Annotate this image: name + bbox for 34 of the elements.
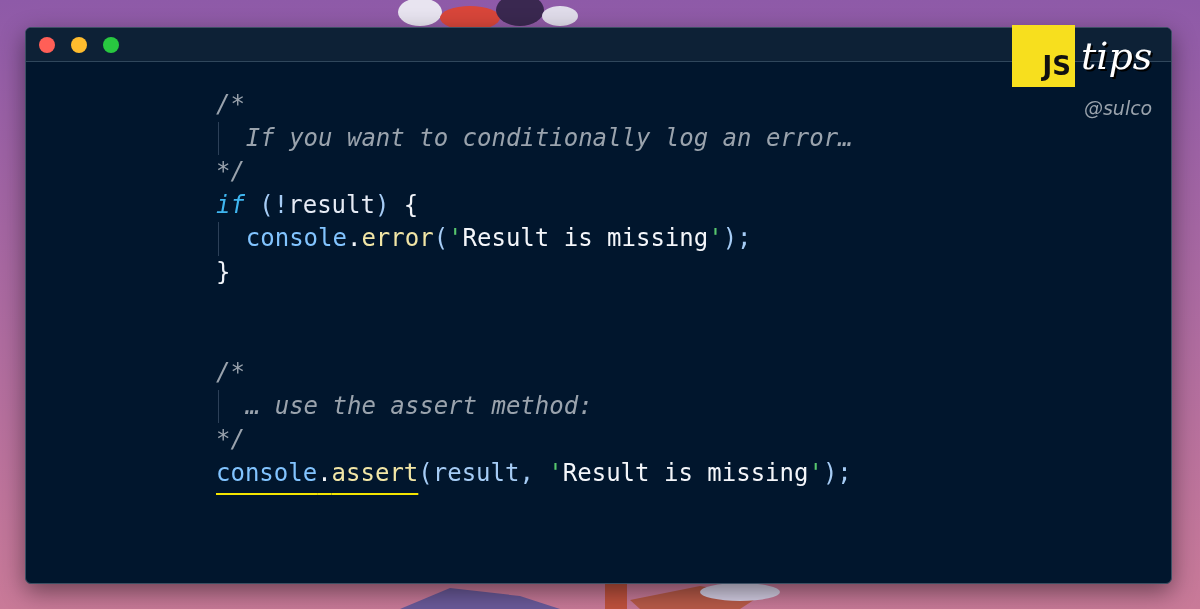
code-punctuation: ( [433, 223, 449, 254]
code-keyword: if [216, 189, 245, 221]
code-comment: … use the assert method: [245, 390, 593, 422]
code-identifier: result [288, 189, 375, 221]
code-comment: /* [216, 89, 245, 120]
code-string: Result is missing [462, 223, 709, 254]
code-comment: /* [216, 357, 245, 388]
zoom-button[interactable] [103, 36, 119, 53]
code-quote: ' [708, 223, 723, 254]
code-comment: */ [216, 424, 245, 455]
code-punctuation: ) [374, 189, 390, 221]
code-punctuation: . [346, 223, 362, 254]
minimize-button[interactable] [71, 36, 87, 53]
code-object: console [216, 457, 318, 489]
code-quote: ' [448, 223, 463, 254]
code-object: console [245, 223, 347, 254]
code-method: assert [331, 457, 419, 489]
code-punctuation: (result, [418, 457, 535, 489]
code-punctuation: ); [722, 223, 752, 254]
code-punctuation: { [402, 189, 419, 221]
code-comment: If you want to conditionally log an error… [245, 122, 853, 154]
close-button[interactable] [39, 36, 55, 53]
code-quote: ' [808, 457, 823, 489]
logo-word: tips [1081, 34, 1153, 78]
author-handle: @sulco [1083, 97, 1153, 119]
code-comment: */ [216, 156, 245, 187]
code-method: error [361, 223, 434, 254]
code-punctuation: (! [258, 189, 289, 221]
logo-badge: JS [1012, 25, 1075, 87]
code-string: Result is missing [562, 457, 809, 489]
code-punctuation: . [317, 457, 332, 489]
code-punctuation: ); [822, 457, 852, 489]
code-punctuation: } [216, 256, 231, 288]
code-quote: ' [548, 457, 563, 489]
